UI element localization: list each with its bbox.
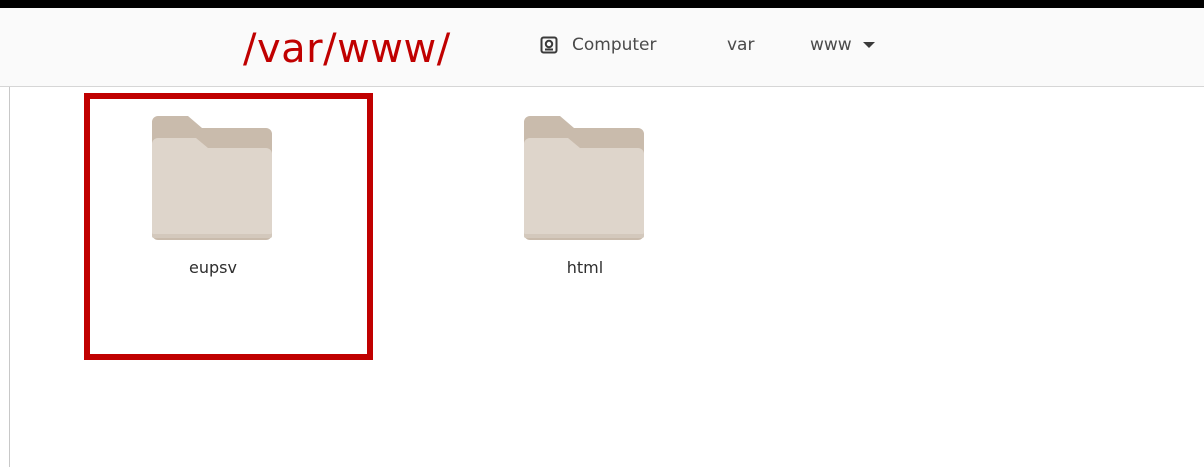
breadcrumb-var[interactable]: var: [727, 34, 754, 56]
breadcrumb-www-label: www: [810, 35, 852, 55]
path-annotation: /var/www/: [243, 26, 451, 72]
breadcrumb-var-label: var: [727, 35, 755, 55]
drive-icon: [540, 36, 558, 54]
folder-icon: [524, 116, 644, 240]
folder-label: html: [566, 258, 604, 277]
breadcrumb-computer-label: Computer: [572, 35, 657, 55]
highlight-box: [84, 93, 373, 360]
chevron-down-icon[interactable]: [862, 41, 876, 49]
breadcrumb-www[interactable]: www: [810, 34, 876, 56]
top-border: [0, 0, 1204, 8]
sidebar-divider: [9, 87, 10, 467]
folder-item-html[interactable]: html: [485, 116, 685, 278]
breadcrumb-computer[interactable]: Computer: [540, 34, 657, 56]
